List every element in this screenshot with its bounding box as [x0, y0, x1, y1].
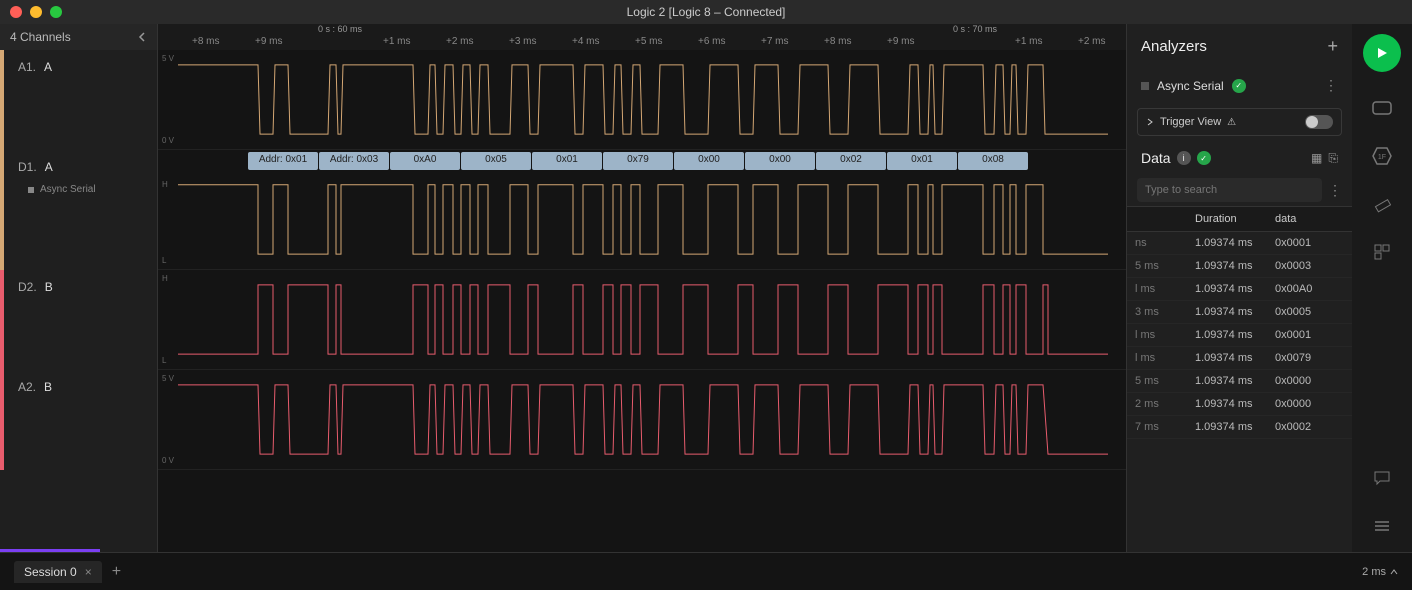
table-row[interactable]: l ms1.09374 ms0x0001	[1127, 324, 1352, 347]
trigger-view-row[interactable]: Trigger View ⚠	[1137, 108, 1342, 136]
data-search-input[interactable]	[1137, 178, 1322, 202]
minimize-window-button[interactable]	[30, 6, 42, 18]
channel-d1[interactable]: D1.A Async Serial	[0, 150, 157, 270]
tool-rail: 1F	[1352, 24, 1412, 552]
data-table[interactable]: Duration data ns1.09374 ms0x00015 ms1.09…	[1127, 206, 1352, 552]
table-row[interactable]: 7 ms1.09374 ms0x0002	[1127, 416, 1352, 439]
titlebar: Logic 2 [Logic 8 – Connected]	[0, 0, 1412, 24]
channel-count: 4 Channels	[10, 30, 71, 44]
close-window-button[interactable]	[10, 6, 22, 18]
terminal-view-icon[interactable]: ⎘	[1328, 151, 1338, 166]
channel-sidebar: 4 Channels A1.A D1.A Async Serial D2.B A…	[0, 24, 158, 552]
analyzer-panel: Analyzers + Async Serial ✓ ⋮ Trigger Vie…	[1126, 24, 1352, 552]
warning-icon: ⚠	[1227, 117, 1236, 128]
waveform-d2[interactable]: H L	[158, 270, 1126, 370]
channel-a2[interactable]: A2.B	[0, 370, 157, 470]
trigger-toggle[interactable]	[1305, 115, 1333, 129]
waveform-d1[interactable]: H L Addr: 0x01 Addr: 0x03 0xA0 0x05 0x01…	[158, 150, 1126, 270]
data-section-header: Data i ✓ ▦ ⎘	[1127, 142, 1352, 174]
check-icon: ✓	[1197, 151, 1211, 165]
close-tab-icon[interactable]: ×	[85, 565, 92, 579]
data-options-button[interactable]: ⋮	[1328, 182, 1342, 199]
channel-d2[interactable]: D2.B	[0, 270, 157, 370]
table-view-icon[interactable]: ▦	[1311, 151, 1322, 166]
analyzers-header: Analyzers +	[1127, 24, 1352, 69]
sidebar-header: 4 Channels	[0, 24, 157, 50]
svg-text:1F: 1F	[1378, 154, 1386, 161]
maximize-window-button[interactable]	[50, 6, 62, 18]
channel-a1[interactable]: A1.A	[0, 50, 157, 150]
session-tab[interactable]: Session 0 ×	[14, 561, 102, 583]
waveform-a1[interactable]: 5 V 0 V	[158, 50, 1126, 150]
feedback-icon[interactable]	[1370, 466, 1394, 490]
analyzer-menu-button[interactable]: ⋮	[1324, 77, 1338, 94]
table-row[interactable]: 2 ms1.09374 ms0x0000	[1127, 393, 1352, 416]
device-icon[interactable]	[1370, 96, 1394, 120]
window-title: Logic 2 [Logic 8 – Connected]	[627, 5, 786, 19]
info-icon[interactable]: i	[1177, 151, 1191, 165]
settings-icon[interactable]	[1370, 514, 1394, 538]
zoom-indicator[interactable]: 2 ms	[1362, 566, 1398, 578]
extensions-icon[interactable]	[1370, 240, 1394, 264]
analyzer-async-serial[interactable]: Async Serial ✓ ⋮	[1127, 69, 1352, 102]
analyzer-color-swatch	[1141, 82, 1149, 90]
add-session-button[interactable]: +	[112, 563, 121, 581]
add-analyzer-button[interactable]: +	[1327, 36, 1338, 57]
start-capture-button[interactable]	[1363, 34, 1401, 72]
collapse-sidebar-icon[interactable]	[137, 29, 147, 45]
waveform-a2[interactable]: 5 V 0 V	[158, 370, 1126, 470]
time-ruler[interactable]: 0 s : 60 ms 0 s : 70 ms +8 ms +9 ms +1 m…	[158, 24, 1126, 50]
table-row[interactable]: 3 ms1.09374 ms0x0005	[1127, 301, 1352, 324]
hex-1f-icon[interactable]: 1F	[1370, 144, 1394, 168]
session-tabbar: Session 0 × + 2 ms	[0, 552, 1412, 590]
window-controls	[0, 6, 62, 18]
waveform-area[interactable]: 0 s : 60 ms 0 s : 70 ms +8 ms +9 ms +1 m…	[158, 24, 1126, 552]
capture-progress	[0, 549, 100, 552]
chevron-up-icon	[1390, 568, 1398, 576]
measure-icon[interactable]	[1370, 192, 1394, 216]
table-row[interactable]: l ms1.09374 ms0x0079	[1127, 347, 1352, 370]
table-row[interactable]: 5 ms1.09374 ms0x0000	[1127, 370, 1352, 393]
table-row[interactable]: ns1.09374 ms0x0001	[1127, 232, 1352, 255]
channel-analyzer-label: Async Serial	[18, 184, 143, 195]
table-row[interactable]: 5 ms1.09374 ms0x0003	[1127, 255, 1352, 278]
table-row[interactable]: l ms1.09374 ms0x00A0	[1127, 278, 1352, 301]
chevron-right-icon	[1146, 118, 1154, 126]
check-icon: ✓	[1232, 79, 1246, 93]
